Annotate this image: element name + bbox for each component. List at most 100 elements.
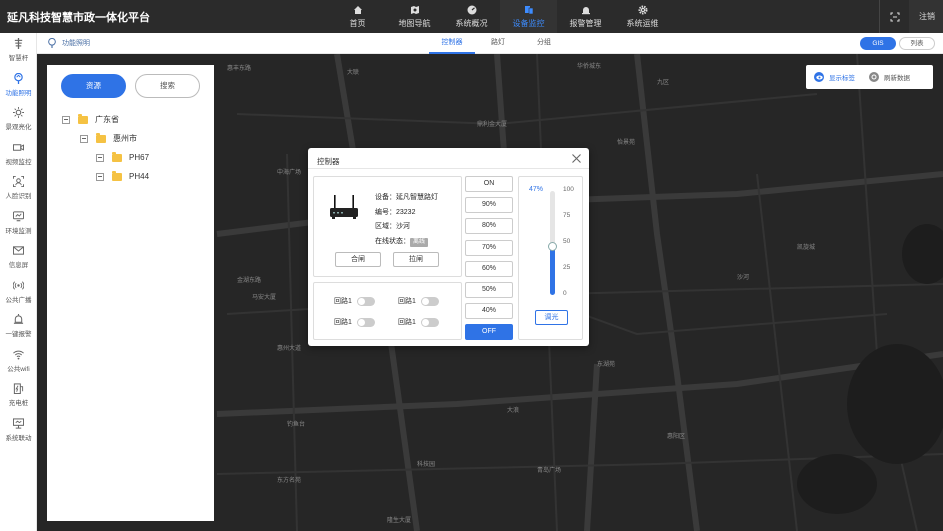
nav-overview[interactable]: 系统概况 <box>443 0 500 33</box>
loop-toggle[interactable] <box>420 317 439 327</box>
loop-toggle[interactable] <box>356 317 375 327</box>
map-label: 惠州大道 <box>277 344 301 352</box>
nav-device-monitor[interactable]: 设备监控 <box>500 0 557 33</box>
sidebar-item-wifi[interactable]: 公共wifi <box>0 344 37 379</box>
eye-icon <box>814 72 824 82</box>
close-gate-button[interactable]: 合闸 <box>335 252 381 267</box>
sidebar-item-info-screen[interactable]: 信息屏 <box>0 240 37 275</box>
level-50-button[interactable]: 50% <box>465 281 513 298</box>
map-label: 大浪 <box>507 406 519 414</box>
pole-icon <box>14 38 23 50</box>
dim-button[interactable]: 调光 <box>535 310 568 325</box>
tree-node-city[interactable]: 惠州市 <box>80 132 149 145</box>
refresh-data-button[interactable]: 刷新数据 <box>869 72 910 82</box>
sidebar-item-alarm[interactable]: 一键报警 <box>0 309 37 344</box>
show-labels-toggle[interactable]: 显示标签 <box>814 72 855 82</box>
sub-bar: 功能照明 控制器 路灯 分组 GIS 列表 <box>37 33 943 54</box>
collapse-toggle-icon[interactable] <box>96 153 104 162</box>
slider-handle[interactable] <box>548 241 557 251</box>
map-label: 隆生大厦 <box>387 516 411 524</box>
open-gate-button[interactable]: 拉闸 <box>393 252 439 267</box>
tree-node-province[interactable]: 广东省 <box>62 113 149 126</box>
level-40-button[interactable]: 40% <box>465 303 513 320</box>
level-on-button[interactable]: ON <box>465 176 513 192</box>
folder-icon <box>112 151 122 162</box>
tab-group[interactable]: 分组 <box>521 33 567 54</box>
router-icon <box>330 195 358 219</box>
search-button[interactable]: 搜索 <box>135 74 200 98</box>
map-label: 马安大厦 <box>252 293 276 301</box>
device-area-row: 区域：沙河 <box>375 223 410 230</box>
sun-icon <box>13 107 24 119</box>
sidebar-item-charger[interactable]: 充电桩 <box>0 378 37 413</box>
list-view-button[interactable]: 列表 <box>899 37 935 50</box>
map-label: 沙河 <box>737 273 749 281</box>
device-online-row: 在线状态： 离线 <box>375 235 438 250</box>
level-70-button[interactable]: 70% <box>465 239 513 256</box>
level-80-button[interactable]: 80% <box>465 218 513 235</box>
tab-streetlight[interactable]: 路灯 <box>475 33 521 54</box>
brightness-slider-box: 47% 100 75 50 25 0 调光 <box>518 176 583 340</box>
map-label: 惠阳区 <box>667 432 685 440</box>
sidebar-item-video[interactable]: 视频监控 <box>0 137 37 172</box>
map-label: 金湖东路 <box>237 276 261 284</box>
gis-view-button[interactable]: GIS <box>860 37 896 50</box>
fullscreen-icon <box>890 12 899 21</box>
link-icon <box>13 418 24 429</box>
status-badge: 离线 <box>410 237 429 247</box>
charger-icon <box>13 383 24 395</box>
map-label: 鼎利金大厦 <box>477 120 507 128</box>
sidebar-item-lighting[interactable]: 功能照明 <box>0 68 37 103</box>
level-off-button[interactable]: OFF <box>465 324 513 341</box>
slider-tick: 100 <box>563 186 574 193</box>
collapse-toggle-icon[interactable] <box>96 172 104 181</box>
nav-alarm[interactable]: 报警管理 <box>557 0 614 33</box>
nav-home[interactable]: 首页 <box>329 0 386 33</box>
close-icon[interactable] <box>571 153 582 164</box>
brightness-slider[interactable] <box>548 191 557 295</box>
sidebar-item-linkage[interactable]: 系统联动 <box>0 413 37 448</box>
tab-controller[interactable]: 控制器 <box>429 33 475 54</box>
sidebar-item-broadcast[interactable]: 公共广播 <box>0 275 37 310</box>
nav-ops[interactable]: 系统运维 <box>614 0 671 33</box>
map-label: 大联 <box>347 68 359 76</box>
sidebar-item-environment[interactable]: 环境监测 <box>0 206 37 241</box>
device-icon <box>524 5 533 14</box>
slider-fill <box>550 246 555 295</box>
loop-switch-row: 回路1 <box>334 296 375 306</box>
resource-tree-panel: 资源 搜索 广东省 惠州市 PH67 PH44 <box>47 65 214 521</box>
home-icon <box>353 5 362 14</box>
tree-mode-switch: 资源 搜索 <box>61 74 209 98</box>
lamp-icon <box>14 72 23 84</box>
loop-toggle[interactable] <box>420 296 439 306</box>
nav-map[interactable]: 地图导航 <box>386 0 443 33</box>
fullscreen-button[interactable] <box>879 0 909 33</box>
level-60-button[interactable]: 60% <box>465 260 513 277</box>
brightness-value: 47% <box>529 186 544 193</box>
map-label: 科技园 <box>417 460 435 468</box>
sidebar-item-smart-pole[interactable]: 智慧杆 <box>0 33 37 68</box>
sidebar-item-landscape[interactable]: 景观亮化 <box>0 102 37 137</box>
loop-toggle[interactable] <box>356 296 375 306</box>
map-label: 青岛广场 <box>537 466 561 474</box>
collapse-toggle-icon[interactable] <box>62 115 70 124</box>
main-nav: 首页 地图导航 系统概况 设备监控 报警管理 系统运维 <box>329 0 671 33</box>
sub-tabs: 控制器 路灯 分组 <box>429 33 567 54</box>
map-label: 华侨城东 <box>577 62 601 70</box>
collapse-toggle-icon[interactable] <box>80 134 88 143</box>
tree-node-ph44[interactable]: PH44 <box>96 170 149 183</box>
resource-button[interactable]: 资源 <box>61 74 126 98</box>
loop-switch-row: 回路1 <box>334 317 375 327</box>
level-90-button[interactable]: 90% <box>465 197 513 214</box>
logout-button[interactable]: 注销 <box>909 0 943 33</box>
topbar-right: 注销 <box>879 0 943 33</box>
map-label: 中海广场 <box>277 168 301 176</box>
slider-tick: 75 <box>563 212 571 219</box>
sidebar-item-face[interactable]: 人脸识别 <box>0 171 37 206</box>
sidebar: 智慧杆 功能照明 景观亮化 视频监控 人脸识别 环境监测 信息屏 公共广播 一键… <box>0 33 37 531</box>
folder-icon <box>96 132 106 143</box>
monitor-icon <box>13 211 24 222</box>
lamp-icon <box>48 38 56 48</box>
level-buttons: ON 90% 80% 70% 60% 50% 40% OFF <box>465 176 513 346</box>
tree-node-ph67[interactable]: PH67 <box>96 151 149 164</box>
